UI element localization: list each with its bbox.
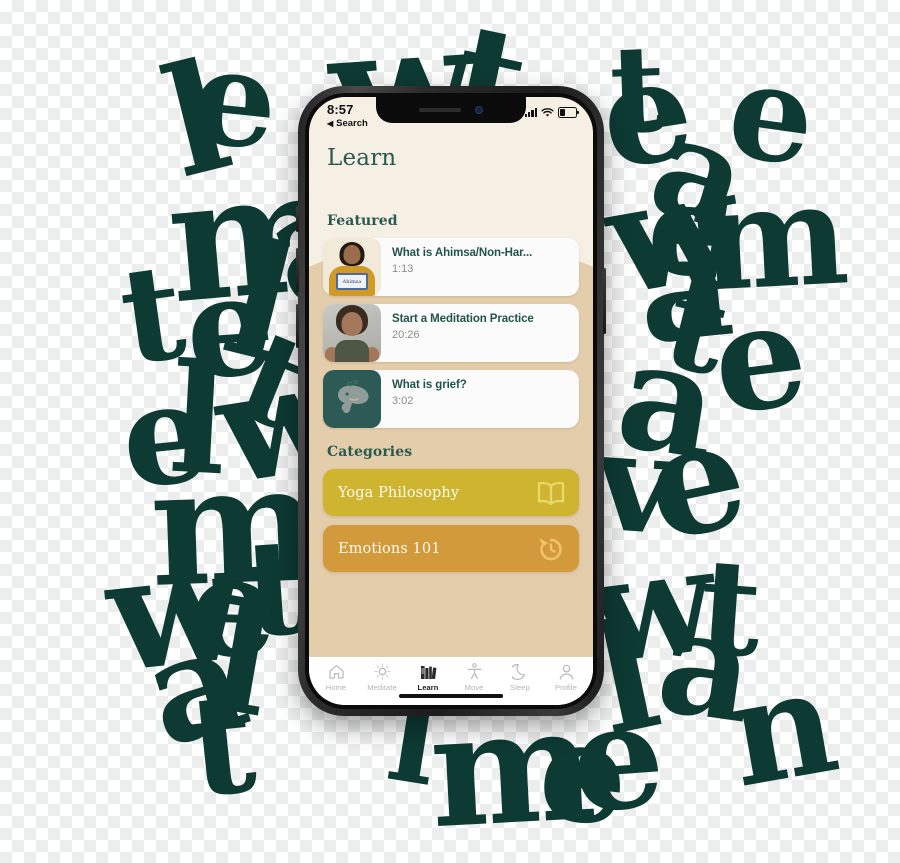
history-clock-icon — [536, 535, 566, 563]
featured-card-title: What is Ahimsa/Non-Har... — [392, 247, 533, 259]
featured-card-text: Start a Meditation Practice 20:26 — [381, 304, 579, 362]
featured-card[interactable]: Start a Meditation Practice 20:26 — [323, 304, 579, 362]
tab-label: Learn — [417, 683, 439, 692]
category-card-emotions-101[interactable]: Emotions 101 — [323, 525, 579, 572]
featured-heading: Featured — [327, 213, 398, 229]
tab-move[interactable]: Move — [452, 663, 496, 692]
categories-heading: Categories — [327, 444, 413, 460]
sun-icon — [373, 663, 391, 680]
status-bar-right — [524, 107, 579, 118]
status-bar-left: 8:57 ◀ Search — [327, 103, 368, 129]
background-letter: e — [185, 18, 285, 181]
background-letter: e — [704, 268, 816, 447]
featured-card[interactable]: What is grief? 3:02 — [323, 370, 579, 428]
background-letter: l — [208, 205, 312, 400]
featured-card-text: What is grief? 3:02 — [381, 370, 579, 428]
bottom-tab-bar: Home Meditate Learn Move Sleep Profile — [309, 657, 593, 694]
tab-label: Home — [325, 683, 347, 692]
back-to-search-link[interactable]: ◀ Search — [327, 119, 368, 129]
front-camera-icon — [475, 106, 483, 114]
tab-meditate[interactable]: Meditate — [360, 663, 404, 692]
open-book-icon — [536, 480, 566, 506]
background-letter: l — [147, 27, 246, 213]
background-letter: t — [651, 247, 744, 405]
category-label: Yoga Philosophy — [338, 484, 460, 501]
page-title: Learn — [327, 145, 397, 171]
background-letter: t — [607, 18, 668, 161]
background-letter: t — [694, 529, 767, 688]
background-letter: e — [630, 384, 761, 576]
accessibility-icon — [466, 663, 483, 680]
background-letter: w — [593, 134, 752, 330]
background-letter: w — [580, 514, 724, 697]
person-icon — [558, 663, 575, 680]
background-letter: a — [125, 591, 264, 780]
phone-mute-switch — [296, 206, 299, 232]
content-scroll-area[interactable]: Learn Featured Ahimsa What is Ahimsa/Non… — [309, 145, 593, 572]
background-letter: e — [719, 31, 825, 198]
background-letter: e — [113, 348, 219, 521]
app-content: Learn Featured Ahimsa What is Ahimsa/Non… — [309, 131, 593, 657]
background-letter: t — [181, 660, 263, 829]
category-card-yoga-philosophy[interactable]: Yoga Philosophy — [323, 469, 579, 516]
background-letter: l — [165, 330, 232, 510]
background-letter: n — [716, 635, 849, 820]
featured-card-text: What is Ahimsa/Non-Har... 1:13 — [381, 238, 579, 296]
tab-home[interactable]: Home — [314, 663, 358, 692]
background-letter: e — [644, 154, 733, 306]
moon-icon — [512, 663, 528, 680]
person-holding-sign-thumbnail: Ahimsa — [323, 238, 381, 296]
tab-learn[interactable]: Learn — [406, 663, 450, 692]
sign-text: Ahimsa — [336, 273, 368, 290]
featured-card-title: Start a Meditation Practice — [392, 313, 534, 325]
tab-label: Sleep — [510, 683, 530, 692]
books-icon — [420, 663, 437, 680]
featured-card-title: What is grief? — [392, 379, 467, 391]
background-letter: e — [531, 686, 637, 859]
earpiece-speaker — [419, 108, 461, 112]
background-letter: a — [629, 198, 740, 377]
background-letter: a — [648, 575, 765, 756]
background-letter: e — [566, 670, 670, 845]
home-indicator[interactable] — [309, 694, 593, 705]
background-letter: e — [180, 242, 280, 411]
tab-label: Profile — [555, 683, 577, 692]
featured-card-duration: 1:13 — [392, 263, 414, 275]
tab-sleep[interactable]: Sleep — [498, 663, 542, 692]
phone-power-button — [603, 268, 606, 334]
featured-card-duration: 20:26 — [392, 329, 420, 341]
status-bar-clock: 8:57 — [327, 102, 354, 117]
background-letter: t — [111, 233, 194, 396]
wifi-icon — [541, 107, 554, 117]
tab-label: Move — [464, 683, 484, 692]
cellular-signal-icon — [524, 108, 537, 117]
phone-volume-down-button — [296, 304, 299, 348]
whale-illustration-thumbnail — [323, 370, 381, 428]
background-letter: w — [98, 511, 252, 708]
back-to-search-label: Search — [336, 118, 368, 129]
battery-icon — [558, 107, 579, 118]
phone-mockup: 8:57 ◀ Search Learn Featured Ahimsa What… — [296, 86, 606, 716]
tab-profile[interactable]: Profile — [544, 663, 588, 692]
phone-bezel: 8:57 ◀ Search Learn Featured Ahimsa What… — [305, 93, 597, 709]
featured-card-duration: 3:02 — [392, 395, 414, 407]
featured-card[interactable]: Ahimsa What is Ahimsa/Non-Har... 1:13 — [323, 238, 579, 296]
background-letter: e — [187, 523, 281, 690]
phone-volume-up-button — [296, 248, 299, 292]
back-arrow-icon: ◀ — [327, 118, 334, 128]
background-letter: v — [590, 398, 682, 567]
background-letter: e — [589, 26, 704, 202]
person-portrait-thumbnail — [323, 304, 381, 362]
category-label: Emotions 101 — [338, 540, 441, 557]
house-icon — [328, 663, 345, 680]
background-letter: l — [199, 568, 286, 752]
background-letter: a — [606, 305, 731, 495]
background-letter: m — [425, 671, 600, 863]
phone-screen: 8:57 ◀ Search Learn Featured Ahimsa What… — [309, 97, 593, 705]
phone-notch — [376, 97, 526, 123]
background-letter: a — [634, 81, 768, 264]
background-letter: m — [695, 152, 853, 324]
tab-label: Meditate — [367, 683, 397, 692]
